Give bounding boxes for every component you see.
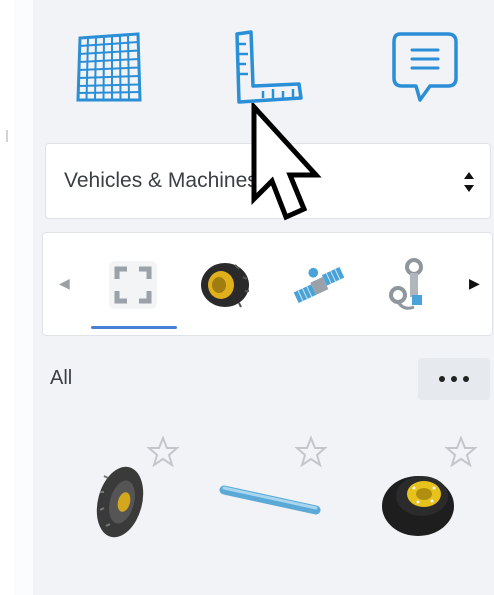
note-icon [392, 32, 458, 102]
top-toolbar [33, 18, 494, 118]
carousel-item-connectors[interactable] [379, 255, 439, 315]
satellite-icon [293, 266, 345, 304]
more-horizontal-icon [439, 376, 445, 382]
axle-rod-icon [219, 485, 321, 515]
all-parts-icon [109, 261, 157, 309]
tire-icon [96, 466, 144, 538]
part-wheel[interactable] [378, 466, 458, 543]
carousel-item-all[interactable] [103, 255, 163, 315]
chevron-right-icon[interactable]: ▶ [469, 275, 480, 292]
wheel-icon [382, 476, 454, 536]
ruler-tool-button[interactable] [223, 28, 303, 108]
category-carousel: ◀ ▶ [42, 232, 493, 336]
ruler-icon [235, 30, 303, 104]
section-title: All [50, 367, 73, 389]
sort-arrows-icon [464, 172, 474, 192]
carousel-item-wheels[interactable] [195, 255, 255, 315]
part-tire[interactable] [90, 462, 150, 547]
chevron-left-icon[interactable]: ◀ [59, 275, 70, 292]
hinge-icon [389, 258, 423, 310]
panel-gap [14, 0, 33, 595]
star-outline-icon[interactable] [294, 435, 328, 469]
grid-icon [76, 32, 142, 102]
left-edge-strip [0, 0, 14, 595]
star-outline-icon[interactable] [146, 435, 180, 469]
category-dropdown-value: Vehicles & Machines [64, 169, 258, 192]
carousel-item-space[interactable] [289, 255, 349, 315]
part-axle[interactable] [218, 482, 322, 527]
more-options-button[interactable] [418, 358, 490, 400]
category-dropdown[interactable]: Vehicles & Machines [45, 143, 491, 219]
grid-tool-button[interactable] [68, 28, 148, 108]
notes-tool-button[interactable] [385, 28, 465, 108]
wheel-icon [201, 263, 249, 308]
edge-mark [6, 130, 8, 142]
star-outline-icon[interactable] [444, 435, 478, 469]
selected-tab-indicator [91, 326, 177, 329]
